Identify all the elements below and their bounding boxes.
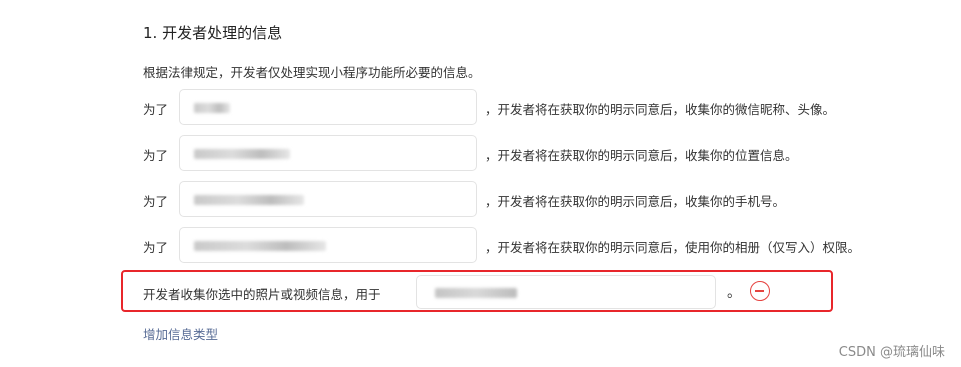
purpose-row-location: 为了 ，开发者将在获取你的明示同意后，收集你的位置信息。 [143, 135, 923, 171]
purpose-row-avatar: 为了 ，开发者将在获取你的明示同意后，收集你的微信昵称、头像。 [143, 89, 923, 125]
row-suffix: ，开发者将在获取你的明示同意后，使用你的相册（仅写入）权限。 [485, 240, 861, 255]
media-purpose-input[interactable] [416, 275, 716, 309]
row-suffix: ，开发者将在获取你的明示同意后，收集你的微信昵称、头像。 [485, 102, 836, 117]
minus-circle-icon[interactable] [750, 281, 770, 301]
row-suffix: ，开发者将在获取你的明示同意后，收集你的手机号。 [485, 194, 786, 209]
purpose-input-avatar[interactable] [179, 89, 477, 125]
media-info-label: 开发者收集你选中的照片或视频信息，用于 [143, 287, 381, 302]
redacted-text [435, 288, 517, 298]
redacted-text [194, 103, 230, 113]
purpose-row-phone: 为了 ，开发者将在获取你的明示同意后，收集你的手机号。 [143, 181, 923, 217]
section-title: 1. 开发者处理的信息 [143, 24, 283, 42]
redacted-text [194, 149, 290, 159]
row-prefix: 为了 [143, 102, 169, 117]
purpose-row-album: 为了 ，开发者将在获取你的明示同意后，使用你的相册（仅写入）权限。 [143, 227, 923, 263]
purpose-input-phone[interactable] [179, 181, 477, 217]
row-suffix: ，开发者将在获取你的明示同意后，收集你的位置信息。 [485, 148, 798, 163]
redacted-text [194, 241, 326, 251]
intro-text: 根据法律规定，开发者仅处理实现小程序功能所必要的信息。 [143, 65, 481, 80]
row-prefix: 为了 [143, 148, 169, 163]
purpose-input-album[interactable] [179, 227, 477, 263]
redacted-text [194, 195, 304, 205]
row-prefix: 为了 [143, 194, 169, 209]
row-prefix: 为了 [143, 240, 169, 255]
purpose-input-location[interactable] [179, 135, 477, 171]
watermark: CSDN @琉璃仙味 [838, 345, 945, 360]
media-info-period: 。 [727, 285, 741, 301]
add-info-type-link[interactable]: 增加信息类型 [143, 324, 218, 343]
media-info-row-highlight: 开发者收集你选中的照片或视频信息，用于 。 [121, 270, 833, 312]
